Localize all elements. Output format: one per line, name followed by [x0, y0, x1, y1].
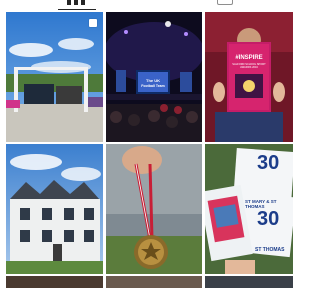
carousel-icon [89, 19, 97, 27]
active-tab-indicator [58, 9, 96, 10]
tagged-person-icon[interactable] [217, 0, 233, 5]
poster-title: #INSPIRE [235, 55, 263, 61]
screen-text-line1: The UK [146, 78, 160, 83]
post-thumbnail[interactable] [6, 144, 103, 274]
post-thumbnail[interactable]: 30 ST MARY & ST THOMAS 30 ST THOMAS [205, 144, 293, 274]
post-thumbnail[interactable] [6, 12, 103, 142]
post-thumbnail[interactable]: The UK Football Team [106, 12, 202, 142]
post-thumbnail[interactable] [106, 276, 202, 288]
profile-tab-bar [0, 0, 293, 10]
card-number-bottom: 30 [257, 208, 280, 230]
post-thumbnail[interactable] [106, 144, 202, 274]
post-thumbnail[interactable] [205, 276, 293, 288]
screen-text-line2: Football Team [141, 84, 165, 88]
grid-icon[interactable] [67, 0, 85, 5]
poster-subtitle: SALFORD SCHOOL SPORT AWARDS 2016 [232, 63, 266, 69]
post-thumbnail[interactable] [6, 276, 103, 288]
card-number-top: 30 [257, 152, 280, 174]
post-thumbnail[interactable]: #INSPIRE SALFORD SCHOOL SPORT AWARDS 201… [205, 12, 293, 142]
card-text-2: ST THOMAS [255, 247, 285, 253]
